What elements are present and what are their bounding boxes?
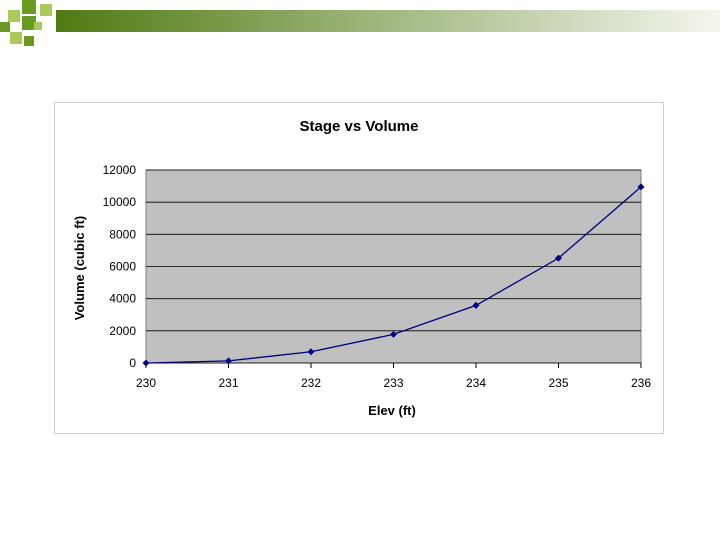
y-tick-label: 2000 xyxy=(109,324,136,338)
x-tick-labels: 230 231 232 233 234 235 236 xyxy=(136,376,651,390)
stage-volume-chart: Stage vs Volume 0 2000 4000 6000 8000 10000 12… xyxy=(72,118,651,418)
y-axis-title: Volume (cubic ft) xyxy=(72,216,87,320)
x-tick-label: 234 xyxy=(466,376,486,390)
slide-header-decoration xyxy=(0,0,720,46)
y-tick-label: 8000 xyxy=(109,227,136,241)
x-tick-label: 230 xyxy=(136,376,156,390)
x-axis-title: Elev (ft) xyxy=(368,403,416,418)
chart-area: Stage vs Volume 0 2000 4000 6000 8000 10000 12… xyxy=(54,102,664,434)
y-tick-label: 4000 xyxy=(109,292,136,306)
x-tick-label: 235 xyxy=(548,376,568,390)
y-tick-labels: 0 2000 4000 6000 8000 10000 12000 xyxy=(103,163,137,370)
y-tick-label: 0 xyxy=(129,356,136,370)
x-tick-label: 233 xyxy=(383,376,403,390)
header-gradient-bar xyxy=(56,10,720,32)
y-tick-label: 10000 xyxy=(103,195,137,209)
chart-title: Stage vs Volume xyxy=(300,118,419,135)
y-tick-label: 6000 xyxy=(109,260,136,274)
checker-squares-icon xyxy=(0,0,52,46)
x-tick-label: 232 xyxy=(301,376,321,390)
y-tick-label: 12000 xyxy=(103,163,137,177)
x-tick-label: 231 xyxy=(218,376,238,390)
x-tick-label: 236 xyxy=(631,376,651,390)
